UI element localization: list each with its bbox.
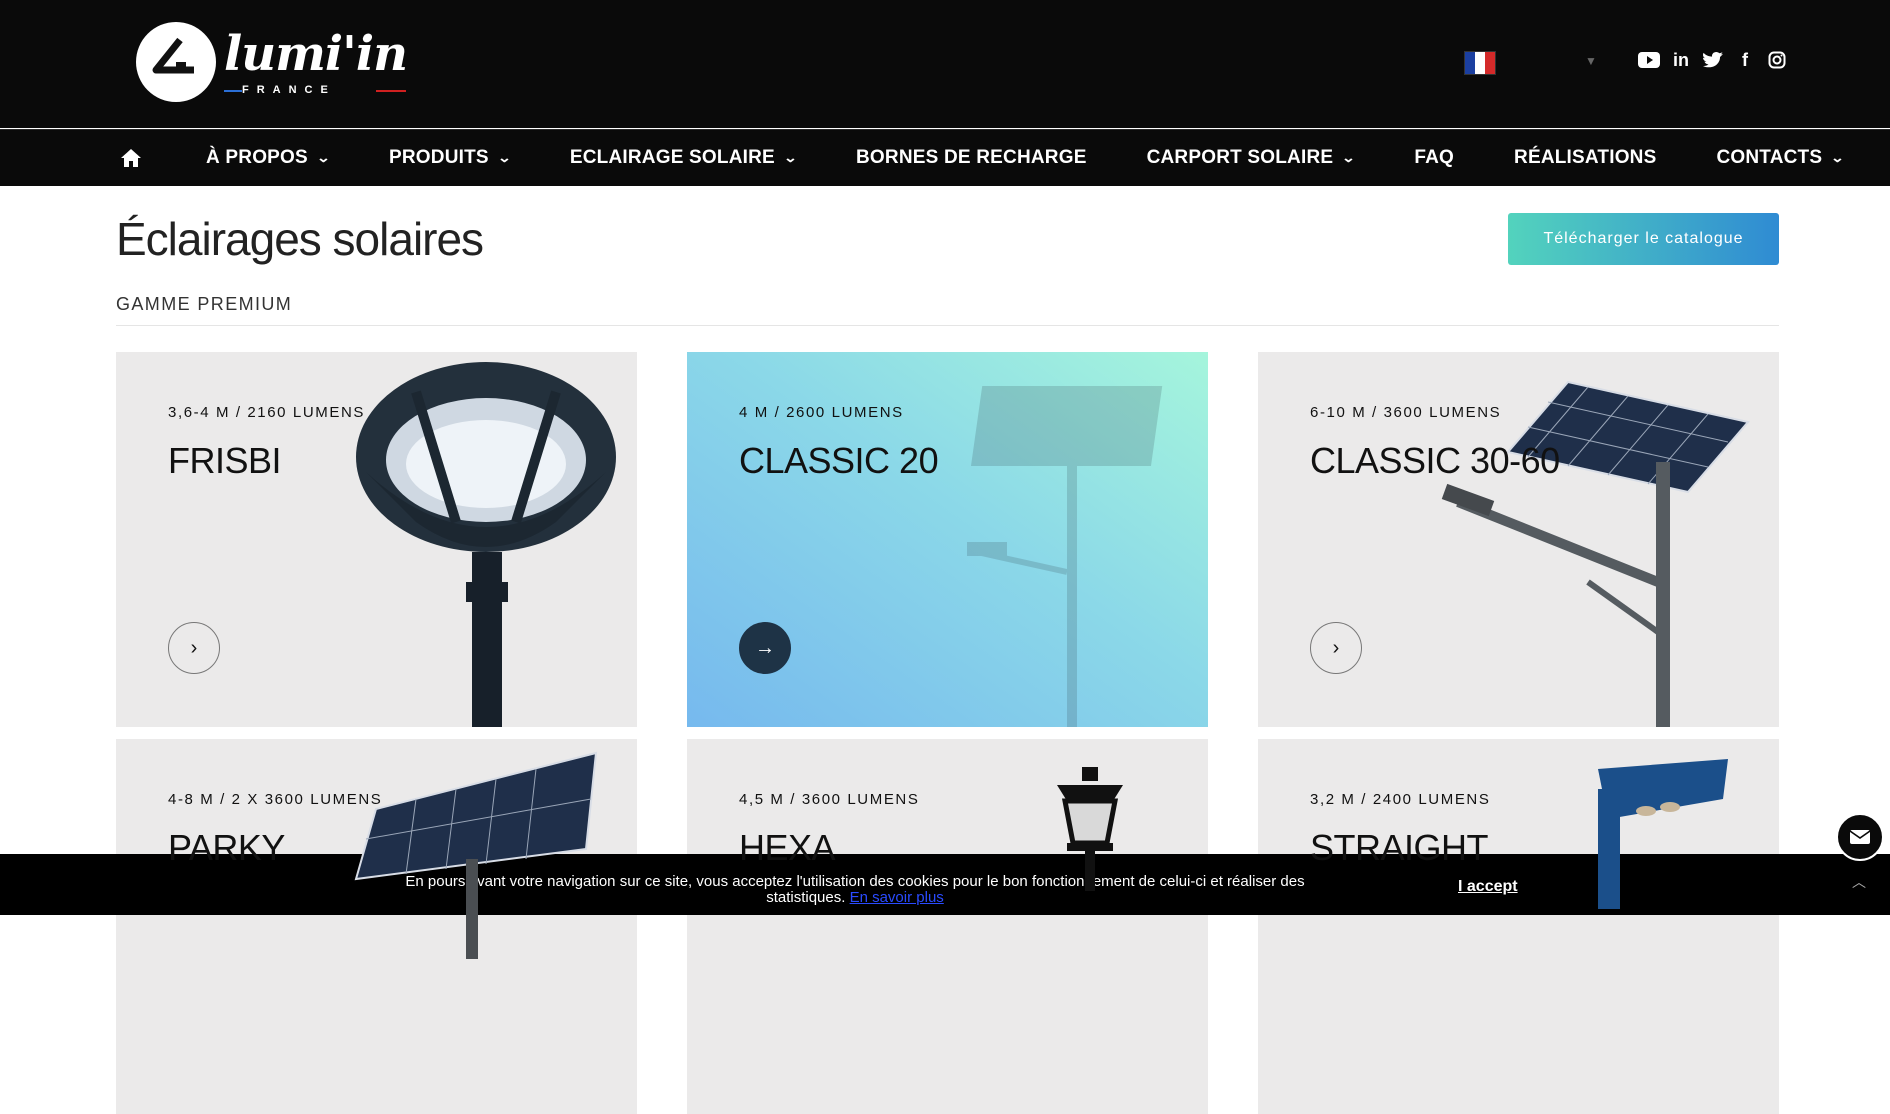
chevron-down-icon: ⌄ [1341,150,1357,165]
nav-label: CONTACTS [1716,147,1823,168]
nav-item-a-propos[interactable]: À PROPOS ⌄ [206,147,331,169]
chevron-right-icon[interactable]: › [1310,622,1362,674]
nav-item-eclairage-solaire[interactable]: ECLAIRAGE SOLAIRE ⌄ [569,147,798,169]
nav-label: BORNES DE RECHARGE [856,147,1087,168]
product-card-frisbi[interactable]: 3,6-4 M / 2160 LUMENS FRISBI › [116,352,637,727]
chevron-down-icon: ⌄ [1830,150,1845,165]
nav-item-bornes-de-recharge[interactable]: BORNES DE RECHARGE [856,147,1087,169]
product-name: STRAIGHT [1310,827,1489,868]
site-header: lumi'in FRANCE ▼ in f [0,0,1890,128]
product-name: CLASSIC 30-60 [1310,440,1560,481]
product-name: HEXA [739,827,836,868]
product-card-parky[interactable]: 4-8 M / 2 X 3600 LUMENS PARKY [116,739,637,1114]
page-title: Éclairages solaires [116,213,484,265]
product-spec: 3,2 M / 2400 LUMENS [1310,791,1491,808]
nav-item-faq[interactable]: FAQ [1414,147,1454,169]
product-card-hexa[interactable]: 4,5 M / 3600 LUMENS HEXA [687,739,1208,1114]
nav-item-carport-solaire[interactable]: CARPORT SOLAIRE ⌄ [1146,147,1357,169]
nav-label: CARPORT SOLAIRE [1146,147,1334,168]
language-flag-icon[interactable] [1464,51,1496,75]
chevron-right-icon[interactable]: › [168,622,220,674]
envelope-icon[interactable] [1836,813,1884,861]
chevron-down-icon: ⌄ [316,150,331,165]
main-navigation: À PROPOS ⌄ PRODUITS ⌄ ECLAIRAGE SOLAIRE ⌄ B… [0,129,1890,186]
nav-label: À PROPOS [206,147,308,168]
logo-underline-left [224,90,242,92]
chevron-down-icon: ⌄ [497,150,512,165]
product-spec: 4-8 M / 2 X 3600 LUMENS [168,791,383,808]
product-name: CLASSIC 20 [739,440,939,481]
product-spec: 4,5 M / 3600 LUMENS [739,791,920,808]
language-caret-icon[interactable]: ▼ [1585,54,1597,68]
site-logo[interactable]: lumi'in FRANCE [136,22,408,104]
logo-subtitle: FRANCE [242,84,336,96]
logo-underline-right [376,90,406,92]
chevron-down-icon: ⌄ [783,150,798,165]
product-spec: 3,6-4 M / 2160 LUMENS [168,404,366,421]
product-name: FRISBI [168,440,282,481]
arrow-right-icon[interactable]: → [739,622,791,674]
nav-label: FAQ [1414,147,1455,168]
product-card-classic-30-60[interactable]: 6-10 M / 3600 LUMENS CLASSIC 30-60 › [1258,352,1779,727]
chevron-up-icon[interactable]: ︿ [1852,872,1866,892]
instagram-icon[interactable] [1766,48,1788,72]
social-links: in f [1638,48,1788,72]
logo-mark [136,22,216,102]
home-icon[interactable] [120,148,142,168]
product-name: PARKY [168,827,285,868]
nav-item-realisations[interactable]: RÉALISATIONS [1514,147,1656,169]
nav-label: PRODUITS [389,147,489,168]
product-card-classic-20[interactable]: 4 M / 2600 LUMENS CLASSIC 20 → [687,352,1208,727]
nav-item-produits[interactable]: PRODUITS ⌄ [389,147,512,169]
linkedin-icon[interactable]: in [1670,48,1692,72]
product-spec: 4 M / 2600 LUMENS [739,404,904,421]
youtube-icon[interactable] [1638,48,1660,72]
nav-label: RÉALISATIONS [1514,147,1657,168]
download-catalogue-button[interactable]: Télécharger le catalogue [1508,213,1779,265]
product-spec: 6-10 M / 3600 LUMENS [1310,404,1502,421]
section-title: GAMME PREMIUM [116,294,293,314]
section-divider [116,325,1779,326]
nav-label: ECLAIRAGE SOLAIRE [569,147,775,168]
facebook-icon[interactable]: f [1734,48,1756,72]
twitter-icon[interactable] [1702,48,1724,72]
nav-item-contacts[interactable]: CONTACTS ⌄ [1716,147,1845,169]
logo-wordmark: lumi'in [224,26,408,82]
product-card-straight[interactable]: 3,2 M / 2400 LUMENS STRAIGHT [1258,739,1779,1114]
